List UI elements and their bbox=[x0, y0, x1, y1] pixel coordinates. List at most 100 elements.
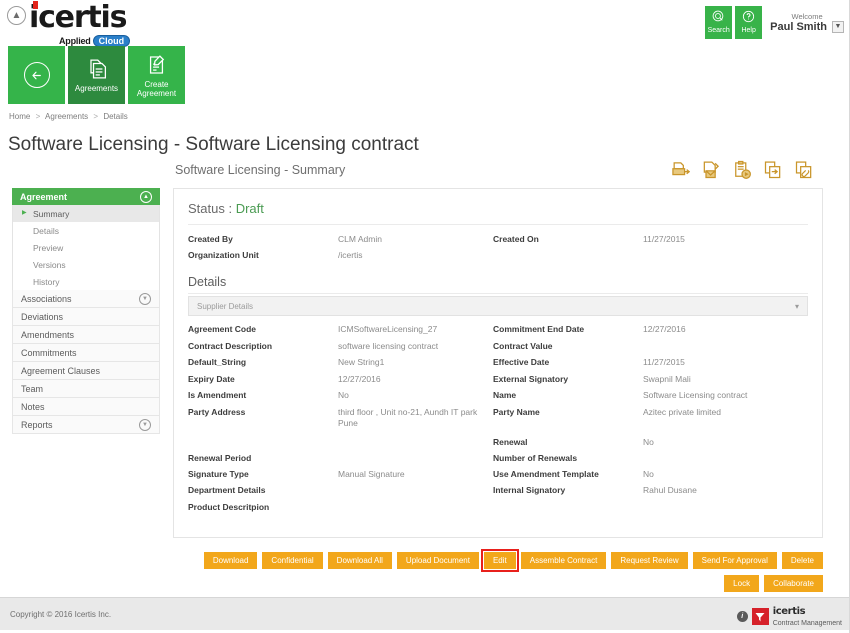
send-for-approval-button[interactable]: Send For Approval bbox=[693, 552, 777, 569]
created-on-value: 11/27/2015 bbox=[643, 234, 808, 244]
back-tile[interactable] bbox=[8, 46, 65, 104]
create-agreement-tile[interactable]: Create Agreement bbox=[128, 46, 185, 104]
attach-document-icon[interactable] bbox=[794, 160, 814, 180]
search-button[interactable]: Search bbox=[705, 6, 732, 39]
request-review-button[interactable]: Request Review bbox=[611, 552, 687, 569]
lock-button[interactable]: Lock bbox=[724, 575, 759, 592]
metadata-block: Created By CLM Admin Created On 11/27/20… bbox=[174, 225, 822, 270]
field-value: Rahul Dusane bbox=[643, 485, 808, 496]
field-value: software licensing contract bbox=[338, 341, 493, 352]
create-agreement-tile-label-line1: Create bbox=[144, 80, 168, 89]
help-button[interactable]: Help bbox=[735, 6, 762, 39]
field-value: No bbox=[338, 390, 493, 401]
field-label: Internal Signatory bbox=[493, 485, 643, 495]
table-row: Signature Type Manual Signature Use Amen… bbox=[188, 469, 808, 480]
footer-brand-sub: Contract Management bbox=[773, 620, 842, 627]
sidebar-item-details[interactable]: Details bbox=[13, 222, 159, 239]
field-label: Use Amendment Template bbox=[493, 469, 643, 479]
sidebar-item-team[interactable]: Team bbox=[12, 380, 160, 398]
search-button-label: Search bbox=[708, 26, 730, 35]
help-icon bbox=[742, 10, 755, 26]
sidebar-item-deviations-label: Deviations bbox=[21, 312, 63, 322]
field-label: Agreement Code bbox=[188, 324, 338, 334]
upload-document-button[interactable]: Upload Document bbox=[397, 552, 479, 569]
table-row: Product Descritpion bbox=[188, 502, 808, 512]
sidebar-item-deviations[interactable]: Deviations bbox=[12, 308, 160, 326]
download-button[interactable]: Download bbox=[204, 552, 258, 569]
agreements-tile-label: Agreements bbox=[75, 84, 118, 94]
field-label: Product Descritpion bbox=[188, 502, 338, 512]
breadcrumb: Home > Agreements > Details bbox=[9, 112, 128, 121]
field-label: Effective Date bbox=[493, 357, 643, 367]
sidebar-item-commitments[interactable]: Commitments bbox=[12, 344, 160, 362]
chevron-down-icon[interactable]: ▾ bbox=[795, 302, 799, 311]
sidebar-item-commitments-label: Commitments bbox=[21, 348, 77, 358]
chevron-down-icon[interactable]: ▼ bbox=[139, 293, 151, 305]
chevron-down-icon[interactable]: ▼ bbox=[139, 419, 151, 431]
field-label: Party Address bbox=[188, 407, 338, 417]
sidebar-item-summary[interactable]: Summary bbox=[13, 205, 159, 222]
field-label: Contract Description bbox=[188, 341, 338, 351]
user-name: Paul Smith bbox=[770, 21, 827, 33]
agreements-icon bbox=[86, 56, 107, 82]
table-row: Party Address third floor , Unit no-21, … bbox=[188, 407, 808, 429]
page-title: Software Licensing - Software Licensing … bbox=[8, 134, 419, 156]
print-document-icon[interactable] bbox=[670, 160, 690, 180]
action-buttons-row-1: Download Confidential Download All Uploa… bbox=[173, 552, 823, 569]
sidebar-item-preview[interactable]: Preview bbox=[13, 239, 159, 256]
assemble-contract-button[interactable]: Assemble Contract bbox=[521, 552, 607, 569]
metadata-row: Created By CLM Admin Created On 11/27/20… bbox=[188, 234, 808, 244]
table-row: Expiry Date 12/27/2016 External Signator… bbox=[188, 374, 808, 385]
edit-button[interactable]: Edit bbox=[484, 552, 516, 569]
field-label: Number of Renewals bbox=[493, 453, 643, 463]
field-label: Commitment End Date bbox=[493, 324, 643, 334]
create-agreement-tile-label: Create Agreement bbox=[137, 80, 176, 99]
sidebar-item-associations-label: Associations bbox=[21, 294, 72, 304]
field-value: Software Licensing contract bbox=[643, 390, 808, 401]
field-value: New String1 bbox=[338, 357, 493, 368]
sidebar-item-history-label: History bbox=[33, 277, 59, 287]
breadcrumb-item-home[interactable]: Home bbox=[9, 112, 30, 121]
field-label: Party Name bbox=[493, 407, 643, 417]
info-icon[interactable]: i bbox=[737, 611, 748, 622]
table-row: Agreement Code ICMSoftwareLicensing_27 C… bbox=[188, 324, 808, 335]
sidebar-item-notes[interactable]: Notes bbox=[12, 398, 160, 416]
logo-flag-icon bbox=[33, 1, 38, 9]
copy-document-icon[interactable] bbox=[763, 160, 783, 180]
create-agreement-icon bbox=[146, 52, 167, 78]
sidebar-item-history[interactable]: History bbox=[13, 273, 159, 290]
download-all-button[interactable]: Download All bbox=[328, 552, 392, 569]
section-select-value: Supplier Details bbox=[197, 302, 253, 311]
sidebar-subitems: Summary Details Preview Versions History bbox=[12, 205, 160, 290]
confidential-button[interactable]: Confidential bbox=[262, 552, 322, 569]
sidebar-item-agreement-clauses-label: Agreement Clauses bbox=[21, 366, 100, 376]
agreements-tile[interactable]: Agreements bbox=[68, 46, 125, 104]
sidebar-item-agreement-clauses[interactable]: Agreement Clauses bbox=[12, 362, 160, 380]
sidebar-group-agreement[interactable]: Agreement ▲ bbox=[12, 188, 160, 205]
sidebar-item-associations[interactable]: Associations ▼ bbox=[12, 290, 160, 308]
field-label: Department Details bbox=[188, 485, 338, 495]
details-grid: Agreement Code ICMSoftwareLicensing_27 C… bbox=[174, 322, 822, 512]
footer-brand-name: icertis bbox=[773, 606, 805, 617]
collapse-header-icon[interactable]: ▲ bbox=[7, 6, 26, 25]
email-document-icon[interactable] bbox=[701, 160, 721, 180]
sidebar-item-amendments-label: Amendments bbox=[21, 330, 74, 340]
clipboard-action-icon[interactable] bbox=[732, 160, 752, 180]
sidebar-item-reports[interactable]: Reports ▼ bbox=[12, 416, 160, 434]
application-window: ▲ icertis AppliedCloud Search bbox=[0, 0, 850, 633]
chevron-down-icon[interactable]: ▼ bbox=[832, 21, 844, 33]
breadcrumb-item-details[interactable]: Details bbox=[103, 112, 127, 121]
sidebar-item-versions[interactable]: Versions bbox=[13, 256, 159, 273]
action-buttons-row-2: Lock Collaborate bbox=[173, 575, 823, 592]
breadcrumb-item-agreements[interactable]: Agreements bbox=[45, 112, 88, 121]
collaborate-button[interactable]: Collaborate bbox=[764, 575, 823, 592]
sidebar-item-details-label: Details bbox=[33, 226, 59, 236]
delete-button[interactable]: Delete bbox=[782, 552, 823, 569]
section-select[interactable]: Supplier Details ▾ bbox=[188, 296, 808, 316]
field-label: External Signatory bbox=[493, 374, 643, 384]
created-on-label: Created On bbox=[493, 234, 643, 244]
sidebar-item-team-label: Team bbox=[21, 384, 43, 394]
user-menu[interactable]: Welcome Paul Smith ▼ bbox=[770, 6, 844, 33]
chevron-up-icon[interactable]: ▲ bbox=[140, 191, 152, 203]
sidebar-item-amendments[interactable]: Amendments bbox=[12, 326, 160, 344]
